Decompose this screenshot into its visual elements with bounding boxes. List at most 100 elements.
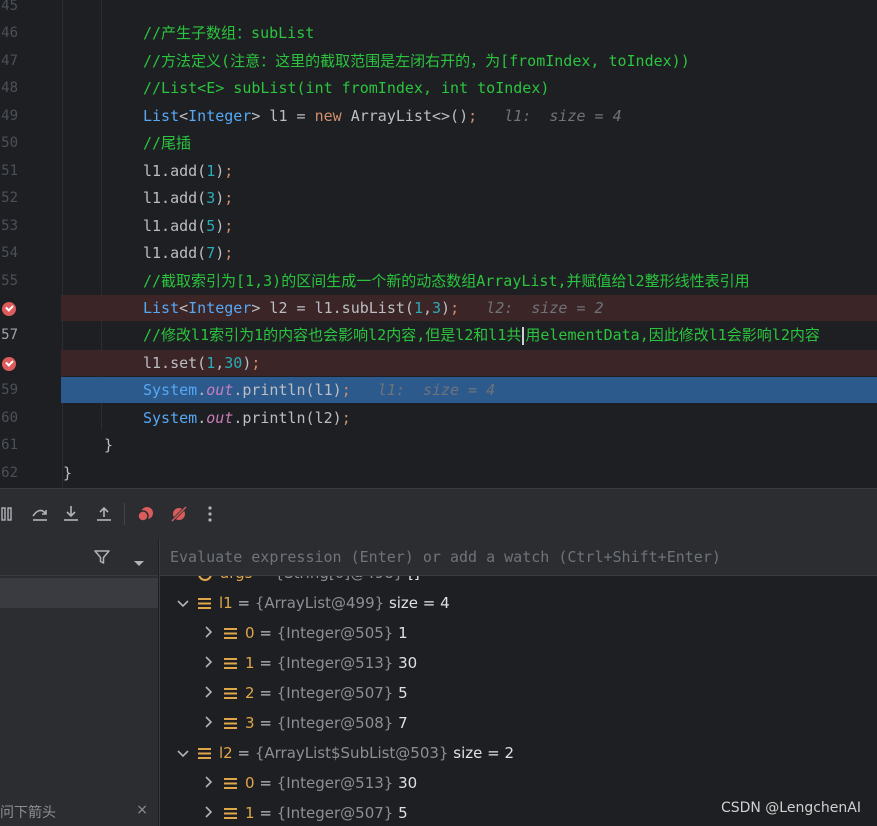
code-token: //截取索引为[1,3)的区间生成一个新的动态数组ArrayList,并赋值给l… xyxy=(143,271,750,290)
chevron-right-icon[interactable] xyxy=(202,709,216,739)
field-icon xyxy=(224,688,237,699)
variable-row[interactable]: 0 = {Integer@505} 1 xyxy=(202,618,408,648)
code-line[interactable]: //产生子数组：subList xyxy=(61,20,877,46)
evaluate-expression-bar[interactable]: Evaluate expression (Enter) or add a wat… xyxy=(159,539,877,576)
code-token: ; xyxy=(224,161,234,180)
line-number: 46 xyxy=(1,25,18,42)
code-line[interactable]: //方法定义(注意：这里的截取范围是左闭右开的，为[fromIndex, toI… xyxy=(61,48,877,74)
columns-icon[interactable] xyxy=(0,501,22,527)
code-line[interactable]: l1.add(5); xyxy=(61,213,877,239)
variable-type: {Integer@513} xyxy=(276,654,394,672)
code-token: 1 xyxy=(206,161,216,180)
chevron-down-icon[interactable] xyxy=(176,589,190,619)
closing-brace: } xyxy=(104,436,114,455)
step-over-icon[interactable] xyxy=(27,501,53,527)
code-text: List<Integer> l2 = l1.subList(1,3); l2: … xyxy=(143,295,604,321)
evaluate-input[interactable]: Evaluate expression (Enter) or add a wat… xyxy=(170,548,721,566)
chevron-right-icon[interactable] xyxy=(202,799,216,826)
code-line[interactable]: //List<E> subList(int fromIndex, int toI… xyxy=(61,75,877,101)
code-token: l1.set( xyxy=(143,353,207,372)
line-number: 50 xyxy=(1,135,18,152)
equals-sign: = xyxy=(232,594,255,612)
code-token: l1.add( xyxy=(143,161,207,180)
field-icon xyxy=(198,748,211,759)
execution-line[interactable]: System.out.println(l1); l1: size = 4 xyxy=(61,377,877,404)
code-line[interactable]: l1.add(3); xyxy=(61,185,877,211)
code-token: .println(l1) xyxy=(233,381,342,400)
code-line[interactable]: } xyxy=(61,432,877,458)
variable-row[interactable]: 3 = {Integer@508} 7 xyxy=(202,708,408,738)
code-editor[interactable]: 45 46 47 48 49 50 51 52 53 54 55 57 59 60 61 62 //产生子数组… xyxy=(0,0,877,487)
code-text: System.out.println(l2); xyxy=(143,405,351,431)
step-into-icon[interactable] xyxy=(58,501,84,527)
field-icon xyxy=(224,808,237,819)
variable-type: {Integer@513} xyxy=(276,774,394,792)
line-number: 45 xyxy=(1,0,18,14)
breakpoint-line[interactable]: List<Integer> l2 = l1.subList(1,3); l2: … xyxy=(61,294,877,321)
chevron-right-icon[interactable] xyxy=(202,619,216,649)
code-text: //方法定义(注意：这里的截取范围是左闭右开的，为[fromIndex, toI… xyxy=(143,48,690,74)
chevron-right-icon[interactable] xyxy=(202,769,216,799)
code-token: out xyxy=(206,381,234,400)
filter-icon[interactable] xyxy=(93,548,111,570)
code-line[interactable]: l1.add(7); xyxy=(61,240,877,266)
breakpoint-icon[interactable] xyxy=(2,356,16,371)
field-icon xyxy=(198,598,211,609)
code-text: l1.add(3); xyxy=(143,185,233,211)
code-line[interactable] xyxy=(61,0,877,19)
mute-breakpoints-icon[interactable] xyxy=(166,501,192,527)
code-token: 7 xyxy=(206,244,216,263)
code-line[interactable]: List<Integer> l1 = new ArrayList<>(); l1… xyxy=(61,103,877,129)
code-line[interactable]: l1.add(1); xyxy=(61,158,877,184)
line-number: 48 xyxy=(1,80,18,97)
step-out-icon[interactable] xyxy=(91,501,117,527)
line-number: 51 xyxy=(1,162,18,179)
variable-row[interactable]: 1 = {Integer@507} 5 xyxy=(202,798,408,826)
code-token: 30 xyxy=(224,353,243,372)
variable-type: {Integer@505} xyxy=(276,624,394,642)
code-text: //尾插 xyxy=(143,130,191,156)
line-gutter[interactable]: 45 46 47 48 49 50 51 52 53 54 55 57 59 60 61 62 xyxy=(0,0,61,487)
code-token: < xyxy=(179,106,189,125)
chevron-right-icon[interactable] xyxy=(202,649,216,679)
variable-row[interactable]: 0 = {Integer@513} 30 xyxy=(202,768,417,798)
field-icon xyxy=(224,778,237,789)
code-token: ; xyxy=(224,189,234,208)
close-icon[interactable]: × xyxy=(136,802,148,818)
code-line[interactable]: //尾插 xyxy=(61,130,877,156)
variable-row[interactable]: l1 = {ArrayList@499} size = 4 xyxy=(176,588,450,618)
code-line[interactable]: //截取索引为[1,3)的区间生成一个新的动态数组ArrayList,并赋值给l… xyxy=(61,268,877,294)
code-token: ; xyxy=(341,408,351,427)
code-token: > l1 = xyxy=(251,106,315,125)
breakpoints-icon[interactable] xyxy=(133,501,159,527)
chevron-down-icon[interactable] xyxy=(176,739,190,769)
line-number: 54 xyxy=(1,245,18,262)
code-token: 用elementData,因此修改l1会影响l2内容 xyxy=(525,326,820,345)
code-token: , xyxy=(422,298,432,317)
toolbar-separator xyxy=(124,503,125,525)
code-line[interactable]: //修改l1索引为1的内容也会影响l2内容,但是l2和l1共 用elementDa… xyxy=(61,322,877,348)
chevron-right-icon[interactable] xyxy=(202,679,216,709)
more-icon[interactable] xyxy=(197,501,223,527)
variable-name: 0 xyxy=(245,774,255,792)
variable-row[interactable]: 2 = {Integer@507} 5 xyxy=(202,678,408,708)
variable-row[interactable]: args = {String[0]@498} [] xyxy=(176,576,420,588)
equals-sign: = xyxy=(254,774,277,792)
chevron-down-icon[interactable] xyxy=(133,553,145,572)
breakpoint-line[interactable]: l1.set(1,30); xyxy=(61,349,877,376)
variable-row[interactable]: l2 = {ArrayList$SubList@503} size = 2 xyxy=(176,738,514,768)
variable-row[interactable]: 1 = {Integer@513} 30 xyxy=(202,648,417,678)
code-token: new xyxy=(314,106,351,125)
inline-debug-hint: l1: size = 4 xyxy=(350,381,496,400)
variable-value: 30 xyxy=(393,654,418,672)
code-text: //List<E> subList(int fromIndex, int toI… xyxy=(143,75,549,101)
breakpoint-icon[interactable] xyxy=(2,301,16,316)
equals-sign: = xyxy=(254,624,277,642)
variable-name: l1 xyxy=(219,594,233,612)
variables-tree: args = {String[0]@498} []l1 = {ArrayList… xyxy=(159,576,877,826)
code-token: Integer xyxy=(188,298,252,317)
code-line[interactable]: } xyxy=(61,460,877,486)
code-line[interactable]: System.out.println(l2); xyxy=(61,405,877,431)
code-text: //截取索引为[1,3)的区间生成一个新的动态数组ArrayList,并赋值给l… xyxy=(143,268,750,294)
selected-frame-row[interactable] xyxy=(0,578,158,608)
